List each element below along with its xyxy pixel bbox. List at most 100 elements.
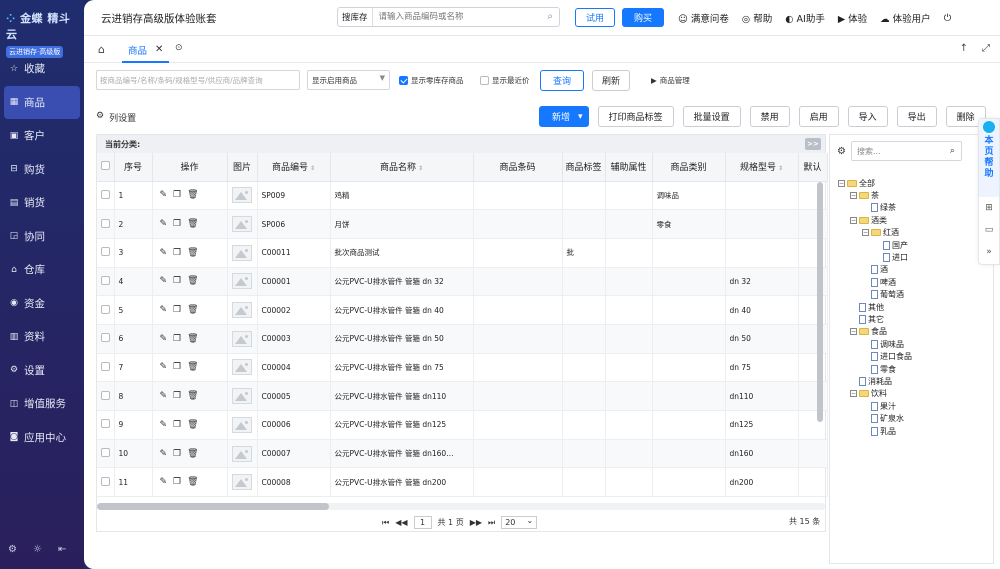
copy-icon[interactable]: ❐ <box>173 449 181 459</box>
stock-search-input[interactable] <box>372 12 533 22</box>
last-page-icon[interactable]: ⏭ <box>488 518 495 528</box>
table-row[interactable]: 11 ✎ ❐ 🗑 C00008 公元PVC-U排水管件 管箍 dn200 dn200 <box>97 467 828 498</box>
fullscreen-icon[interactable]: ⤢ <box>982 43 990 54</box>
collapse-toggle-icon[interactable]: − <box>862 229 869 237</box>
checkbox-icon[interactable] <box>101 448 110 458</box>
tree-node[interactable]: 绿茶 <box>838 202 912 214</box>
recent-price-checkbox[interactable]: 显示最近价 <box>480 75 530 86</box>
delete-icon[interactable]: 🗑 <box>187 305 198 315</box>
toolbar-button-4[interactable]: 启用 <box>798 106 839 127</box>
checkbox-icon[interactable] <box>101 275 110 285</box>
edit-icon[interactable]: ✎ <box>160 276 168 286</box>
table-row[interactable]: 1 ✎ ❐ 🗑 SP009 鸡精 调味品 <box>97 181 828 211</box>
first-page-icon[interactable]: ⏮ <box>382 518 389 528</box>
tree-node[interactable]: 酒 <box>838 264 912 276</box>
tree-node[interactable]: 果汁 <box>838 400 912 412</box>
tree-node[interactable]: 零食 <box>838 363 912 375</box>
top-link-cloud-user[interactable]: ☁ 体验用户 <box>880 11 931 25</box>
status-select[interactable]: 显示启用商品 ▼ <box>307 70 390 90</box>
toolbar-button-6[interactable]: 导出 <box>896 106 937 127</box>
delete-icon[interactable]: 🗑 <box>187 219 198 229</box>
image-placeholder-icon[interactable] <box>231 273 252 290</box>
sort-icon[interactable]: ⇕ <box>776 165 783 172</box>
copy-icon[interactable]: ❐ <box>173 219 181 229</box>
keyword-search-input[interactable]: 按商品编号/名称/条码/规格型号/供应商/品牌查询 <box>96 70 300 90</box>
copy-icon[interactable]: ❐ <box>173 362 181 372</box>
sidebar-item-collab[interactable]: ◲ 协同 <box>0 220 84 254</box>
search-scope-tag[interactable]: 搜库存 <box>338 8 373 26</box>
checkbox-icon[interactable] <box>101 333 110 343</box>
image-placeholder-icon[interactable] <box>231 330 252 347</box>
column-header[interactable]: 商品名称 ⇕ <box>330 153 474 182</box>
page-input[interactable]: 1 <box>413 516 432 529</box>
column-header[interactable]: 商品编号 ⇕ <box>257 153 331 182</box>
home-icon[interactable]: ⌂ <box>98 43 105 56</box>
checkbox-icon[interactable] <box>101 189 110 199</box>
checkbox-icon[interactable] <box>480 76 489 85</box>
copy-icon[interactable]: ❐ <box>173 477 181 487</box>
tree-node[interactable]: 啤酒 <box>838 276 912 288</box>
top-link-help[interactable]: ◎ 帮助 <box>742 11 772 25</box>
top-link-play[interactable]: ▶ 体验 <box>838 11 867 25</box>
delete-icon[interactable]: 🗑 <box>187 248 198 258</box>
edit-icon[interactable]: ✎ <box>160 362 168 372</box>
tree-node[interactable]: 葡萄酒 <box>838 289 912 301</box>
zero-stock-checkbox[interactable]: 显示零库存商品 <box>399 75 464 86</box>
tree-node[interactable]: − 酒类 <box>838 214 912 226</box>
try-button[interactable]: 试用 <box>575 8 615 27</box>
page-size-select[interactable]: 20 <box>501 515 538 529</box>
toolbar-button-2[interactable]: 批量设置 <box>682 106 741 127</box>
image-placeholder-icon[interactable] <box>231 416 252 433</box>
edit-icon[interactable]: ✎ <box>160 219 168 229</box>
close-icon[interactable]: ✕ <box>155 44 163 55</box>
tab-dropdown-icon[interactable]: ⊙ <box>175 43 183 53</box>
edit-icon[interactable]: ✎ <box>160 420 168 430</box>
copy-icon[interactable]: ❐ <box>173 391 181 401</box>
chat-icon[interactable]: ▭ <box>979 219 999 241</box>
delete-icon[interactable]: 🗑 <box>187 449 198 459</box>
tree-node[interactable]: 乳品 <box>838 425 912 437</box>
delete-icon[interactable]: 🗑 <box>187 190 198 200</box>
buy-button[interactable]: 购买 <box>622 8 664 27</box>
copy-icon[interactable]: ❐ <box>173 334 181 344</box>
delete-icon[interactable]: 🗑 <box>187 276 198 286</box>
refresh-button[interactable]: 刷新 <box>592 70 630 91</box>
collapse-sidebar-icon[interactable]: ⇤ <box>58 544 66 555</box>
image-placeholder-icon[interactable] <box>231 244 252 261</box>
goods-manage-link[interactable]: ▶ 商品管理 <box>651 75 690 86</box>
sidebar-item-cart[interactable]: ⊟ 购货 <box>0 153 84 187</box>
sidebar-item-star[interactable]: ☆ 收藏 <box>0 52 84 86</box>
toolbar-button-0[interactable]: 新增 ▾ <box>539 106 589 127</box>
top-link-ai[interactable]: ◐ AI助手 <box>785 11 825 25</box>
gift-icon[interactable]: ⊞ <box>979 197 999 219</box>
search-icon[interactable]: ⌕ <box>547 11 553 22</box>
table-row[interactable]: 3 ✎ ❐ 🗑 C00011 批次商品测试 批 <box>97 238 828 268</box>
sort-icon[interactable]: ⇕ <box>416 165 423 172</box>
table-row[interactable]: 2 ✎ ❐ 🗑 SP006 月饼 零食 <box>97 209 828 239</box>
page-help-label[interactable]: 本页帮助 <box>984 136 993 180</box>
settings-icon[interactable]: ⚙ <box>837 146 846 157</box>
sidebar-item-settings[interactable]: ⚙ 设置 <box>0 354 84 388</box>
toolbar-button-3[interactable]: 禁用 <box>749 106 790 127</box>
tree-node[interactable]: 国产 <box>838 239 912 251</box>
prev-page-icon[interactable]: ◀◀ <box>395 518 407 527</box>
collapse-toggle-icon[interactable]: − <box>850 192 857 200</box>
table-row[interactable]: 9 ✎ ❐ 🗑 C00006 公元PVC-U排水管件 管箍 dn125 dn125 <box>97 410 828 440</box>
copy-icon[interactable]: ❐ <box>173 276 181 286</box>
sidebar-item-app-center[interactable]: ◙ 应用中心 <box>0 421 84 455</box>
query-button[interactable]: 查询 <box>540 70 584 91</box>
search-icon[interactable]: ⌕ <box>950 146 955 156</box>
top-link-smile[interactable]: ☺ 满意问卷 <box>678 11 729 25</box>
sidebar-item-warehouse[interactable]: ⌂ 仓库 <box>0 253 84 287</box>
delete-icon[interactable]: 🗑 <box>187 362 198 372</box>
edit-icon[interactable]: ✎ <box>160 449 168 459</box>
image-placeholder-icon[interactable] <box>231 388 252 405</box>
expand-tree-button[interactable]: >> <box>805 138 821 150</box>
tree-node[interactable]: − 茶 <box>838 189 912 201</box>
copy-icon[interactable]: ❐ <box>173 305 181 315</box>
collapse-toggle-icon[interactable]: − <box>838 179 845 187</box>
delete-icon[interactable]: 🗑 <box>187 391 198 401</box>
table-row[interactable]: 4 ✎ ❐ 🗑 C00001 公元PVC-U排水管件 管箍 dn 32 dn 32 <box>97 267 828 297</box>
edit-icon[interactable]: ✎ <box>160 305 168 315</box>
forward-icon[interactable]: » <box>979 241 999 263</box>
